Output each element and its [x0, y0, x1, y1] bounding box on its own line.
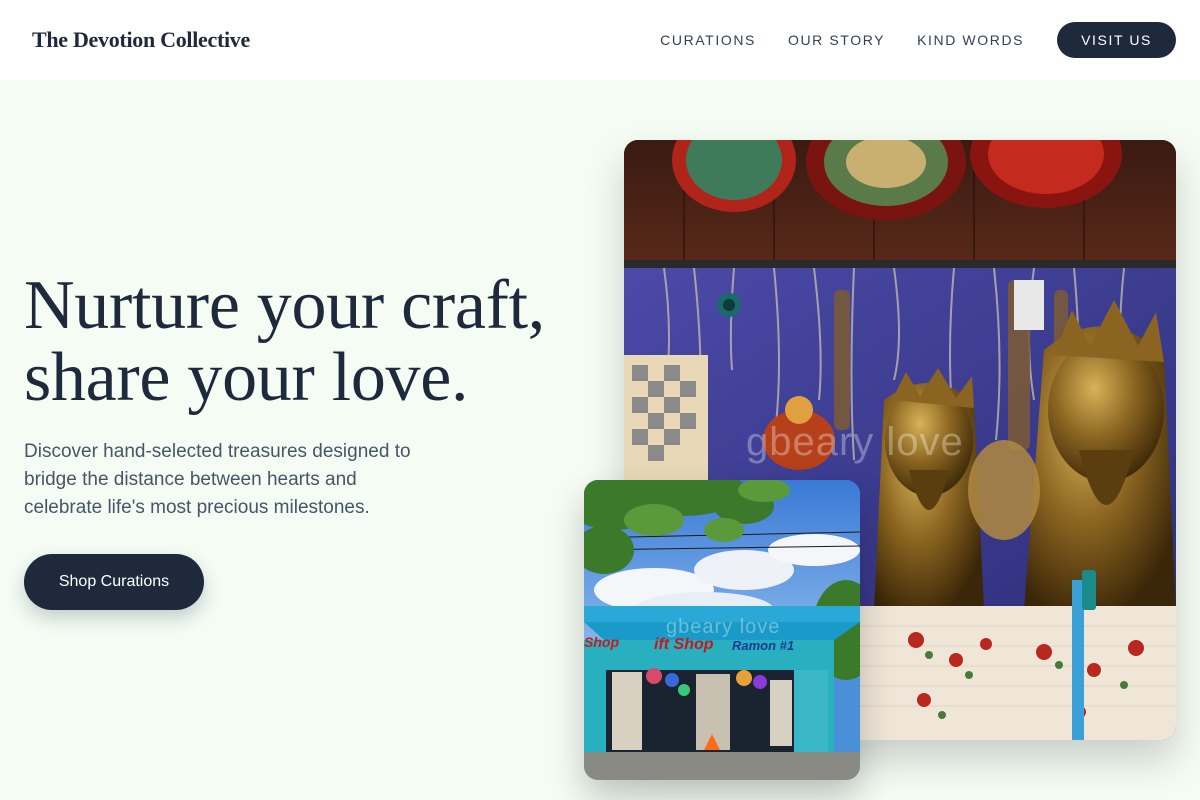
shop-sign-left: Shop	[584, 634, 619, 650]
hero-title: Nurture your craft, share your love.	[24, 270, 545, 414]
hero-subtitle: Discover hand-selected treasures designe…	[24, 438, 484, 522]
visit-us-button[interactable]: VISIT US	[1057, 22, 1176, 58]
hero-title-line-2: share your love.	[24, 339, 469, 416]
brand-logo[interactable]: The Devotion Collective	[32, 27, 250, 53]
main-nav: CURATIONS OUR STORY KIND WORDS VISIT US	[660, 22, 1176, 58]
hero-subtitle-line-3: celebrate life's most precious milestone…	[24, 497, 370, 518]
shop-sign-right: Ramon #1	[732, 638, 795, 653]
gift-shop-photo: Shop ift Shop Ramon #1 gbeary love	[584, 480, 860, 780]
nav-link-our-story[interactable]: OUR STORY	[788, 32, 885, 48]
nav-link-curations[interactable]: CURATIONS	[660, 32, 756, 48]
main-photo-watermark: gbeary love	[746, 420, 964, 464]
hero-subtitle-line-2: bridge the distance between hearts and	[24, 469, 357, 490]
nav-link-kind-words[interactable]: KIND WORDS	[917, 32, 1024, 48]
shop-curations-button[interactable]: Shop Curations	[24, 554, 204, 610]
site-header: The Devotion Collective CURATIONS OUR ST…	[0, 0, 1200, 80]
hero-subtitle-line-1: Discover hand-selected treasures designe…	[24, 441, 411, 462]
small-photo-watermark: gbeary love	[666, 616, 781, 638]
hero-title-line-1: Nurture your craft,	[24, 267, 546, 344]
